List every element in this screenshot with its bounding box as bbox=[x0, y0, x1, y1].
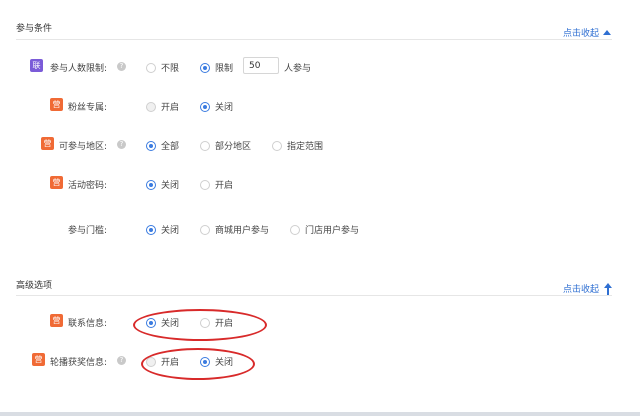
radio-label: 开启 bbox=[215, 181, 234, 191]
participant-suffix-label: 人参与 bbox=[284, 64, 312, 74]
radio-threshold-off[interactable]: 关闭 bbox=[146, 223, 179, 236]
radio-region-partial[interactable]: 部分地区 bbox=[200, 139, 251, 152]
question-circle-icon[interactable]: ? bbox=[117, 140, 126, 149]
radio-region-specified[interactable]: 指定范围 bbox=[272, 139, 323, 152]
radio-circle bbox=[200, 179, 210, 190]
collapse-link-advanced[interactable]: 点击收起 bbox=[563, 282, 613, 295]
radio-password-on[interactable]: 开启 bbox=[200, 178, 233, 191]
radio-label: 商城用户参与 bbox=[215, 226, 270, 236]
contact-info-label: 联系信息: bbox=[68, 319, 108, 329]
radio-circle-selected bbox=[146, 179, 156, 190]
radio-circle bbox=[200, 224, 210, 235]
collapse-label: 点击收起 bbox=[563, 29, 600, 39]
radio-label: 指定范围 bbox=[287, 142, 324, 152]
fans-only-label: 粉丝专属: bbox=[68, 103, 108, 113]
bottom-border bbox=[0, 412, 640, 416]
radio-fans-on[interactable]: 开启 bbox=[146, 100, 179, 113]
participation-threshold-label: 参与门槛: bbox=[68, 226, 108, 236]
section-title-advanced: 高级选项 bbox=[16, 281, 53, 291]
marketing-badge-icon: 营 bbox=[41, 137, 54, 150]
radio-circle-selected bbox=[146, 140, 156, 151]
marketing-badge-icon: 营 bbox=[50, 176, 63, 189]
collapse-link-participation[interactable]: 点击收起 bbox=[563, 26, 612, 39]
radio-label: 全部 bbox=[161, 142, 180, 152]
radio-password-off[interactable]: 关闭 bbox=[146, 178, 179, 191]
section-divider bbox=[16, 295, 612, 296]
radio-label: 关闭 bbox=[161, 181, 180, 191]
section-divider bbox=[16, 39, 612, 40]
participant-limit-input[interactable] bbox=[243, 57, 279, 74]
radio-label: 关闭 bbox=[215, 103, 234, 113]
radio-circle bbox=[146, 101, 156, 112]
radio-participant-unlimited[interactable]: 不限 bbox=[146, 61, 179, 74]
radio-threshold-mall-users[interactable]: 商城用户参与 bbox=[200, 223, 269, 236]
radio-label: 开启 bbox=[215, 319, 234, 329]
question-circle-icon[interactable]: ? bbox=[117, 62, 126, 71]
radio-label: 门店用户参与 bbox=[305, 226, 360, 236]
section-title-participation: 参与条件 bbox=[16, 24, 53, 34]
radio-circle bbox=[200, 140, 210, 151]
union-badge-icon: 联 bbox=[30, 59, 43, 72]
caret-up-icon bbox=[603, 30, 612, 35]
radio-circle-selected bbox=[146, 317, 156, 328]
radio-circle bbox=[200, 317, 210, 328]
radio-circle bbox=[272, 140, 282, 151]
radio-circle-selected bbox=[146, 224, 156, 235]
radio-circle-selected bbox=[200, 101, 210, 112]
radio-circle-selected bbox=[200, 62, 210, 73]
radio-carousel-on[interactable]: 开启 bbox=[146, 355, 179, 368]
radio-circle-selected bbox=[200, 356, 210, 367]
radio-circle bbox=[290, 224, 300, 235]
radio-carousel-off[interactable]: 关闭 bbox=[200, 355, 233, 368]
marketing-badge-icon: 营 bbox=[32, 353, 45, 366]
region-label: 可参与地区: bbox=[59, 142, 108, 152]
collapse-label: 点击收起 bbox=[563, 285, 600, 295]
radio-circle bbox=[146, 356, 156, 367]
radio-label: 关闭 bbox=[161, 226, 180, 236]
radio-circle bbox=[146, 62, 156, 73]
radio-label: 关闭 bbox=[215, 358, 234, 368]
radio-fans-off[interactable]: 关闭 bbox=[200, 100, 233, 113]
radio-label: 不限 bbox=[161, 64, 180, 74]
radio-threshold-store-users[interactable]: 门店用户参与 bbox=[290, 223, 359, 236]
radio-label: 关闭 bbox=[161, 319, 180, 329]
marketing-badge-icon: 营 bbox=[50, 98, 63, 111]
arrow-up-icon bbox=[603, 282, 613, 295]
radio-contact-on[interactable]: 开启 bbox=[200, 316, 233, 329]
radio-label: 限制 bbox=[215, 64, 234, 74]
question-circle-icon[interactable]: ? bbox=[117, 356, 126, 365]
activity-password-label: 活动密码: bbox=[68, 181, 108, 191]
radio-participant-limited[interactable]: 限制 bbox=[200, 61, 233, 74]
radio-label: 开启 bbox=[161, 358, 180, 368]
radio-label: 部分地区 bbox=[215, 142, 252, 152]
marketing-badge-icon: 营 bbox=[50, 314, 63, 327]
radio-contact-off[interactable]: 关闭 bbox=[146, 316, 179, 329]
participant-limit-label: 参与人数限制: bbox=[50, 64, 108, 74]
radio-label: 开启 bbox=[161, 103, 180, 113]
radio-region-all[interactable]: 全部 bbox=[146, 139, 179, 152]
carousel-winners-label: 轮播获奖信息: bbox=[50, 358, 108, 368]
